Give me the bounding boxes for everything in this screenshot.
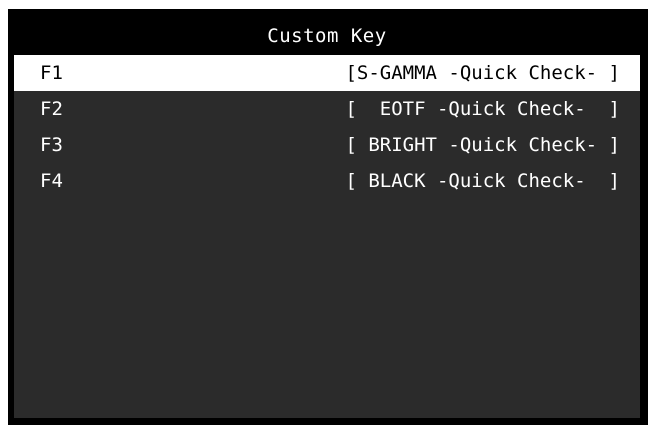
menu-item-value: [ EOTF -Quick Check- ] xyxy=(345,98,620,120)
menu-item-key: F4 xyxy=(40,170,63,192)
osd-header: Custom Key xyxy=(14,18,640,55)
menu-item-key: F3 xyxy=(40,134,63,156)
menu-item-value: [ BRIGHT -Quick Check- ] xyxy=(345,134,620,156)
menu-item-key: F1 xyxy=(40,62,63,84)
menu-item-f2[interactable]: F2 [ EOTF -Quick Check- ] xyxy=(14,91,640,127)
osd-menu-body: F1 [S-GAMMA -Quick Check- ] F2 [ EOTF -Q… xyxy=(14,55,640,418)
menu-item-f1[interactable]: F1 [S-GAMMA -Quick Check- ] xyxy=(14,55,640,91)
menu-item-value: [ BLACK -Quick Check- ] xyxy=(345,170,620,192)
menu-item-value: [S-GAMMA -Quick Check- ] xyxy=(345,62,620,84)
menu-item-f4[interactable]: F4 [ BLACK -Quick Check- ] xyxy=(14,163,640,199)
menu-title: Custom Key xyxy=(267,25,387,47)
menu-item-f3[interactable]: F3 [ BRIGHT -Quick Check- ] xyxy=(14,127,640,163)
menu-item-key: F2 xyxy=(40,98,63,120)
